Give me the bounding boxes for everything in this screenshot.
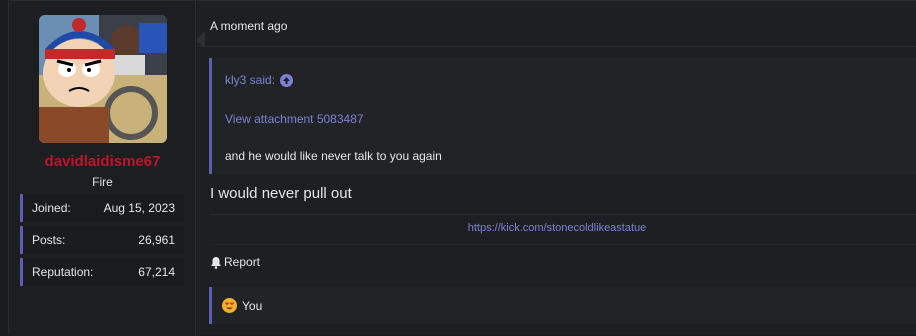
quote-author-link[interactable]: kly3 said: [225, 73, 294, 87]
reaction-users[interactable]: You [242, 299, 262, 313]
bell-icon [211, 256, 221, 269]
divider [209, 244, 916, 245]
signature-link[interactable]: https://kick.com/stonecoldlikeastatue [197, 222, 916, 234]
stat-value: 26,961 [138, 233, 175, 247]
avatar[interactable] [39, 15, 167, 143]
quote-author-label: kly3 said: [225, 73, 276, 87]
stat-label: Posts: [32, 233, 66, 247]
arrow-up-icon[interactable] [280, 73, 294, 87]
post-body: I would never pull out [210, 185, 352, 202]
heart-eyes-emoji-icon[interactable] [222, 298, 237, 313]
stat-value: Aug 15, 2023 [103, 201, 175, 215]
post-container: davidlaidisme67 Fire Joined: Aug 15, 202… [8, 0, 916, 336]
stat-posts: Posts: 26,961 [20, 226, 184, 254]
post-timestamp[interactable]: A moment ago [210, 19, 287, 33]
stat-label: Joined: [32, 201, 71, 215]
report-button[interactable]: Report [210, 255, 260, 269]
stat-joined: Joined: Aug 15, 2023 [20, 194, 184, 222]
attachment-link[interactable]: View attachment 5083487 [225, 112, 364, 126]
quote-text: and he would like never talk to you agai… [225, 149, 442, 163]
stat-label: Reputation: [32, 265, 94, 279]
avatar-image [39, 15, 167, 143]
divider [209, 214, 916, 215]
post-main: A moment ago kly3 said: View attachment … [197, 1, 916, 336]
user-title: Fire [92, 175, 113, 189]
report-label: Report [224, 255, 261, 269]
reactions-bar: You [209, 287, 916, 324]
quote-block: kly3 said: View attachment 5083487 and h… [209, 58, 916, 174]
divider [197, 46, 916, 47]
user-info-column: davidlaidisme67 Fire Joined: Aug 15, 202… [9, 1, 205, 336]
stat-reputation: Reputation: 67,214 [20, 258, 184, 286]
username[interactable]: davidlaidisme67 [9, 153, 196, 170]
stat-value: 67,214 [138, 265, 175, 279]
